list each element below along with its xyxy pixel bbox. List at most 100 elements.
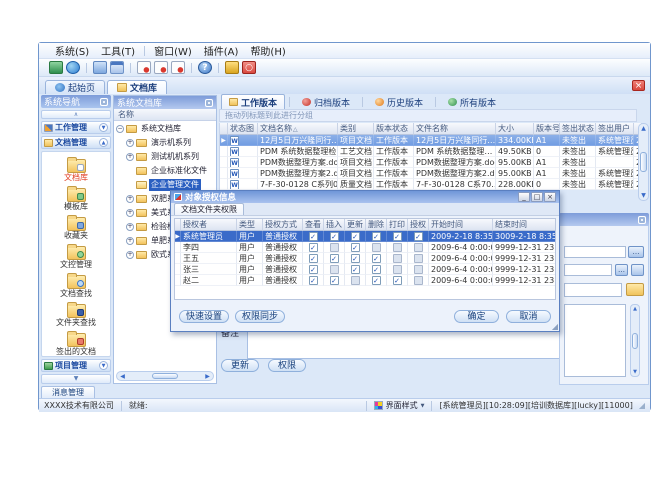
- folder-plus-icon[interactable]: [626, 283, 644, 296]
- maximize-button[interactable]: □: [531, 192, 543, 202]
- computer-icon[interactable]: [49, 61, 63, 74]
- perm-column-header-7[interactable]: 删除: [366, 219, 387, 231]
- pin-icon[interactable]: [205, 99, 213, 107]
- column-header-4[interactable]: 版本状态: [374, 123, 414, 135]
- expand-icon[interactable]: +: [126, 209, 134, 217]
- scroll-left-icon[interactable]: ◀: [118, 373, 127, 380]
- close-button[interactable]: ×: [544, 192, 556, 202]
- checkbox-checked[interactable]: ✓: [393, 232, 402, 241]
- perm-column-header-10[interactable]: 开始时间: [429, 219, 493, 231]
- perm-column-header-11[interactable]: 结束时间: [493, 219, 556, 231]
- perm-column-header-1[interactable]: 授权者: [181, 219, 237, 231]
- version-tab-3[interactable]: 历史版本: [367, 94, 431, 111]
- sidebar-item-template-library[interactable]: 模板库: [64, 184, 88, 213]
- column-header-6[interactable]: 大小: [496, 123, 534, 135]
- expand-icon[interactable]: +: [126, 237, 134, 245]
- scroll-down-icon[interactable]: ▼: [641, 192, 646, 199]
- menu-item-2[interactable]: 工具(T): [95, 42, 141, 59]
- checkbox-checked[interactable]: ✓: [309, 232, 318, 241]
- column-header-8[interactable]: 签出状态: [560, 123, 596, 135]
- checkbox-checked[interactable]: ✓: [309, 265, 318, 274]
- mail-check-icon[interactable]: [154, 61, 168, 74]
- checkbox-unchecked[interactable]: [414, 254, 423, 263]
- page-tab-1[interactable]: 起始页: [45, 80, 105, 94]
- menu-item-3[interactable]: 窗口(W): [148, 42, 198, 59]
- version-tab-1[interactable]: 工作版本: [221, 94, 285, 111]
- checkbox-unchecked[interactable]: [351, 276, 360, 285]
- scroll-right-icon[interactable]: ▶: [203, 373, 212, 380]
- checkbox-checked[interactable]: ✓: [330, 276, 339, 285]
- expand-icon[interactable]: +: [126, 153, 134, 161]
- document-row[interactable]: WPDM数据整理方案.doc项目文档工作版本PDM数据整理方案.doc95.00…: [220, 157, 641, 168]
- minimize-button[interactable]: _: [518, 192, 530, 202]
- field-2-ellipsis-button[interactable]: …: [615, 264, 628, 276]
- permission-row[interactable]: 李四用户普通授权✓✓2009-6-4 0:00:009999-12-31 23:…: [175, 242, 555, 253]
- perm-column-header-5[interactable]: 插入: [324, 219, 345, 231]
- tree-node[interactable]: +演示机系列: [114, 136, 216, 150]
- checkbox-checked[interactable]: ✓: [330, 254, 339, 263]
- tree-column-header[interactable]: 名称: [114, 109, 216, 121]
- permission-button[interactable]: 权限: [268, 359, 306, 372]
- tree-node[interactable]: 企业标准化文件: [114, 164, 216, 178]
- version-tab-4[interactable]: 所有版本: [440, 94, 504, 111]
- collapse-icon[interactable]: −: [116, 125, 124, 133]
- perm-column-header-6[interactable]: 更新: [345, 219, 366, 231]
- checkbox-checked[interactable]: ✓: [372, 232, 381, 241]
- checkbox-unchecked[interactable]: [414, 243, 423, 252]
- table-vertical-scrollbar[interactable]: ▲ ▼: [638, 123, 649, 201]
- permission-sync-button[interactable]: 权限同步: [235, 310, 285, 323]
- column-header-1[interactable]: 状态图: [228, 123, 258, 135]
- quick-setup-button[interactable]: 快速设置: [179, 310, 229, 323]
- tree-node[interactable]: −系统文档库: [114, 122, 216, 136]
- window-icon[interactable]: [110, 61, 124, 74]
- tree-node[interactable]: +测试机机系列: [114, 150, 216, 164]
- checkbox-checked[interactable]: ✓: [372, 254, 381, 263]
- checkbox-checked[interactable]: ✓: [351, 265, 360, 274]
- checkbox-unchecked[interactable]: [393, 254, 402, 263]
- checkbox-checked[interactable]: ✓: [309, 243, 318, 252]
- menu-item-1[interactable]: 系统(S): [49, 42, 95, 59]
- checkbox-checked[interactable]: ✓: [393, 276, 402, 285]
- checkbox-unchecked[interactable]: [330, 243, 339, 252]
- ok-button[interactable]: 确定: [454, 310, 499, 323]
- field-1-button[interactable]: …: [628, 246, 644, 258]
- scroll-up-icon[interactable]: ▲: [641, 125, 646, 132]
- version-tab-2[interactable]: 归档版本: [294, 94, 358, 111]
- perm-column-header-9[interactable]: 授权: [408, 219, 429, 231]
- sidebar-item-doc-library[interactable]: 文档库: [64, 155, 88, 184]
- scrollbar-thumb[interactable]: [152, 373, 178, 379]
- pin-icon[interactable]: [638, 216, 646, 224]
- menu-item-5[interactable]: 帮助(H): [244, 42, 291, 59]
- power-icon[interactable]: ○: [242, 61, 256, 74]
- checkbox-checked[interactable]: ✓: [330, 232, 339, 241]
- perm-column-header-8[interactable]: 打印: [387, 219, 408, 231]
- pin-icon[interactable]: [100, 98, 108, 106]
- sidebar-collapsed-bar[interactable]: ▼: [41, 374, 111, 384]
- resize-grip[interactable]: ◢: [552, 323, 558, 331]
- expand-icon[interactable]: +: [126, 251, 134, 259]
- globe-icon[interactable]: [66, 61, 80, 74]
- ui-style-dropdown[interactable]: 界面样式 ▼: [374, 400, 425, 411]
- sidebar-item-favorites[interactable]: 收藏夹: [64, 213, 88, 242]
- expand-icon[interactable]: +: [126, 223, 134, 231]
- property-field-1[interactable]: [564, 246, 626, 258]
- checkbox-checked[interactable]: ✓: [414, 232, 423, 241]
- properties-textarea[interactable]: [564, 304, 626, 377]
- group-toggle-button[interactable]: ▲: [99, 138, 108, 147]
- expand-icon[interactable]: +: [126, 195, 134, 203]
- folder-open-icon[interactable]: [93, 61, 107, 74]
- help-icon[interactable]: ?: [198, 61, 212, 74]
- document-row[interactable]: ▶W12月5日万兴隆同行…项目文档工作版本12月5日万兴隆同行…334.00KB…: [220, 135, 641, 146]
- menu-item-4[interactable]: 插件(A): [198, 42, 245, 59]
- checkbox-unchecked[interactable]: [330, 265, 339, 274]
- column-header-2[interactable]: 文档名称△: [258, 123, 338, 135]
- dialog-title-bar[interactable]: 对象授权信息 _ □ ×: [171, 191, 559, 203]
- page-tab-2[interactable]: 文档库: [107, 80, 167, 94]
- checkbox-checked[interactable]: ✓: [372, 276, 381, 285]
- checkbox-unchecked[interactable]: [372, 243, 381, 252]
- sidebar-group-document-management[interactable]: 文档管理▲: [41, 136, 111, 149]
- cancel-button[interactable]: 取消: [506, 310, 551, 323]
- scrollbar-thumb[interactable]: [640, 152, 647, 172]
- checkbox-checked[interactable]: ✓: [309, 276, 318, 285]
- checkbox-unchecked[interactable]: [393, 265, 402, 274]
